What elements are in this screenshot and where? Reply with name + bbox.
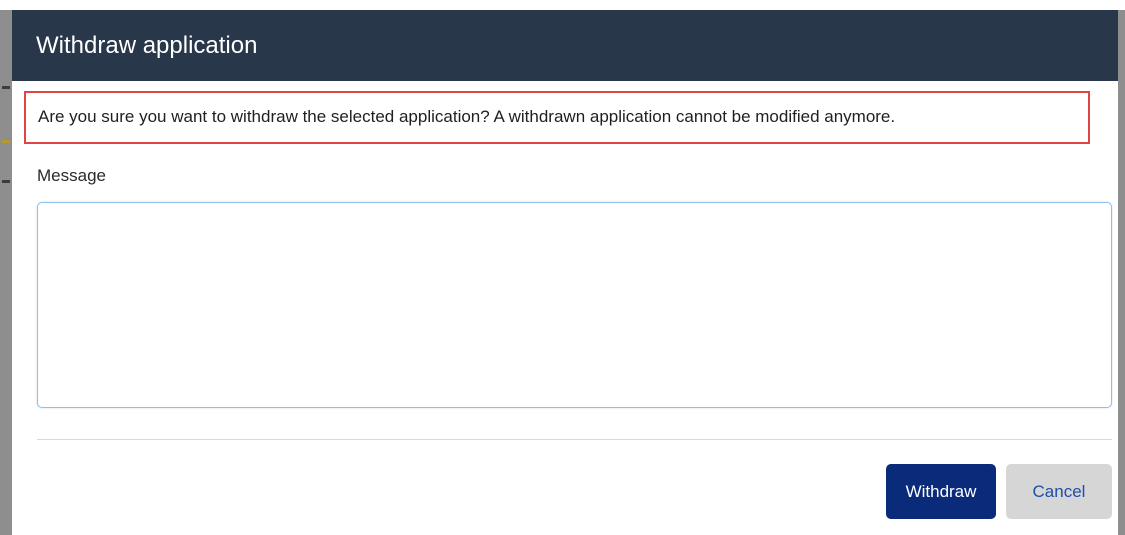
backdrop-mark [2, 180, 10, 183]
confirmation-text: Are you sure you want to withdraw the se… [38, 107, 896, 126]
message-input[interactable] [37, 202, 1112, 408]
cancel-button[interactable]: Cancel [1006, 464, 1112, 519]
confirmation-highlight: Are you sure you want to withdraw the se… [24, 91, 1090, 144]
message-label: Message [37, 166, 106, 185]
dialog-title: Withdraw application [36, 32, 258, 59]
backdrop-left-strip [0, 10, 12, 535]
withdraw-dialog: Withdraw application Are you sure you wa… [12, 10, 1118, 535]
backdrop-right-strip [1118, 10, 1125, 535]
backdrop-mark [2, 140, 10, 143]
footer-divider [37, 439, 1112, 440]
withdraw-button[interactable]: Withdraw [886, 464, 996, 519]
backdrop-mark [2, 86, 10, 89]
backdrop-top-strip [0, 0, 1125, 10]
dialog-header: Withdraw application [12, 10, 1118, 81]
